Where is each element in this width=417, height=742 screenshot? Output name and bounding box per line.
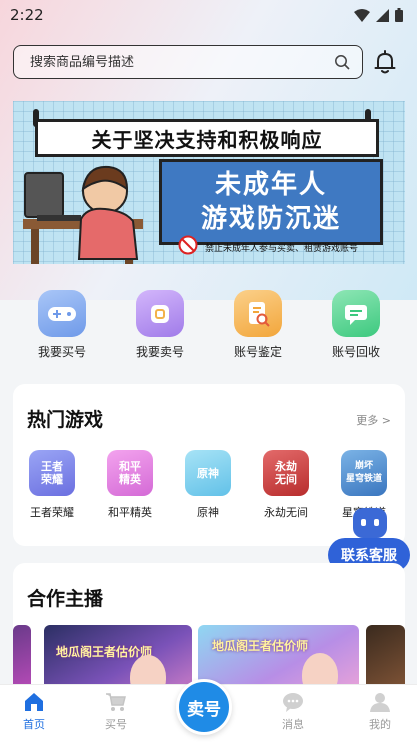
appraise-doc-icon	[234, 290, 282, 337]
game-logo: 王者 荣耀	[29, 450, 75, 496]
game-logo: 原神	[185, 450, 231, 496]
banner-title: 关于坚决支持和积极响应	[35, 119, 379, 157]
no-minors-icon	[178, 235, 198, 255]
quick-action-recycle[interactable]: 账号回收	[316, 290, 396, 360]
search-input[interactable]	[30, 54, 334, 70]
message-icon	[283, 693, 303, 712]
robot-icon	[353, 508, 387, 538]
tab-label: 买号	[105, 718, 127, 731]
partners-title: 合作主播	[27, 588, 104, 610]
game-item-wangzhe[interactable]: 王者 荣耀 王者荣耀	[13, 450, 91, 520]
wifi-icon	[354, 8, 370, 22]
banner-illustration	[23, 165, 143, 264]
banner-note: 禁止未成年人参与买卖、租赁游戏账号	[205, 244, 359, 254]
game-logo: 永劫 无间	[263, 450, 309, 496]
tab-home[interactable]: 首页	[4, 691, 64, 732]
search-icon[interactable]	[334, 54, 350, 70]
tab-mine[interactable]: 我的	[350, 691, 410, 732]
tab-buy[interactable]: 买号	[86, 691, 146, 732]
quick-action-label: 账号回收	[331, 345, 380, 359]
banner-line-1: 未成年人	[214, 170, 327, 200]
tab-label: 消息	[282, 718, 304, 731]
game-logo: 崩坏 星穹铁道	[341, 450, 387, 496]
tab-messages[interactable]: 消息	[263, 691, 323, 732]
game-name: 原神	[197, 506, 219, 519]
game-name: 和平精英	[108, 506, 152, 519]
quick-action-label: 我要买号	[37, 345, 86, 359]
tag-icon	[136, 290, 184, 337]
quick-actions: 我要买号 我要卖号 账号鉴定 账号回收	[13, 290, 405, 360]
quick-action-label: 我要卖号	[135, 345, 184, 359]
bell-icon[interactable]	[372, 49, 398, 75]
tab-label: 首页	[23, 718, 45, 731]
tab-label: 我的	[369, 718, 391, 731]
anti-addiction-banner[interactable]: 关于坚决支持和积极响应 未成年人 游戏防沉迷 禁止未成年人参与买卖、租赁游戏账号	[13, 101, 405, 264]
status-bar: 2:22	[0, 0, 417, 30]
game-item-yuanshen[interactable]: 原神 原神	[169, 450, 247, 520]
cart-icon	[106, 693, 126, 711]
quick-action-appraise[interactable]: 账号鉴定	[218, 290, 298, 360]
battery-icon	[395, 8, 403, 22]
quick-action-buy[interactable]: 我要买号	[22, 290, 102, 360]
recycle-chat-icon	[332, 290, 380, 337]
game-name: 王者荣耀	[30, 506, 74, 519]
game-logo: 和平 精英	[107, 450, 153, 496]
signal-icon	[376, 8, 389, 22]
sell-fab-button[interactable]: 卖号	[176, 679, 232, 735]
status-time: 2:22	[10, 6, 44, 24]
banner-line-2: 游戏防沉迷	[200, 204, 341, 234]
quick-action-sell[interactable]: 我要卖号	[120, 290, 200, 360]
gamepad-icon	[38, 290, 86, 337]
status-icons	[354, 8, 403, 22]
game-item-heping[interactable]: 和平 精英 和平精英	[91, 450, 169, 520]
user-icon	[370, 693, 390, 712]
home-icon	[25, 693, 43, 711]
quick-action-label: 账号鉴定	[233, 345, 282, 359]
banner-panel: 未成年人 游戏防沉迷	[159, 159, 383, 245]
game-item-yongjie[interactable]: 永劫 无间 永劫无间	[247, 450, 325, 520]
more-link[interactable]: 更多 >	[356, 412, 391, 428]
stream-title: 地瓜阁王者估价师	[212, 639, 309, 653]
hot-games-title: 热门游戏	[27, 409, 104, 431]
game-name: 永劫无间	[264, 506, 308, 519]
search-bar[interactable]	[13, 45, 363, 79]
